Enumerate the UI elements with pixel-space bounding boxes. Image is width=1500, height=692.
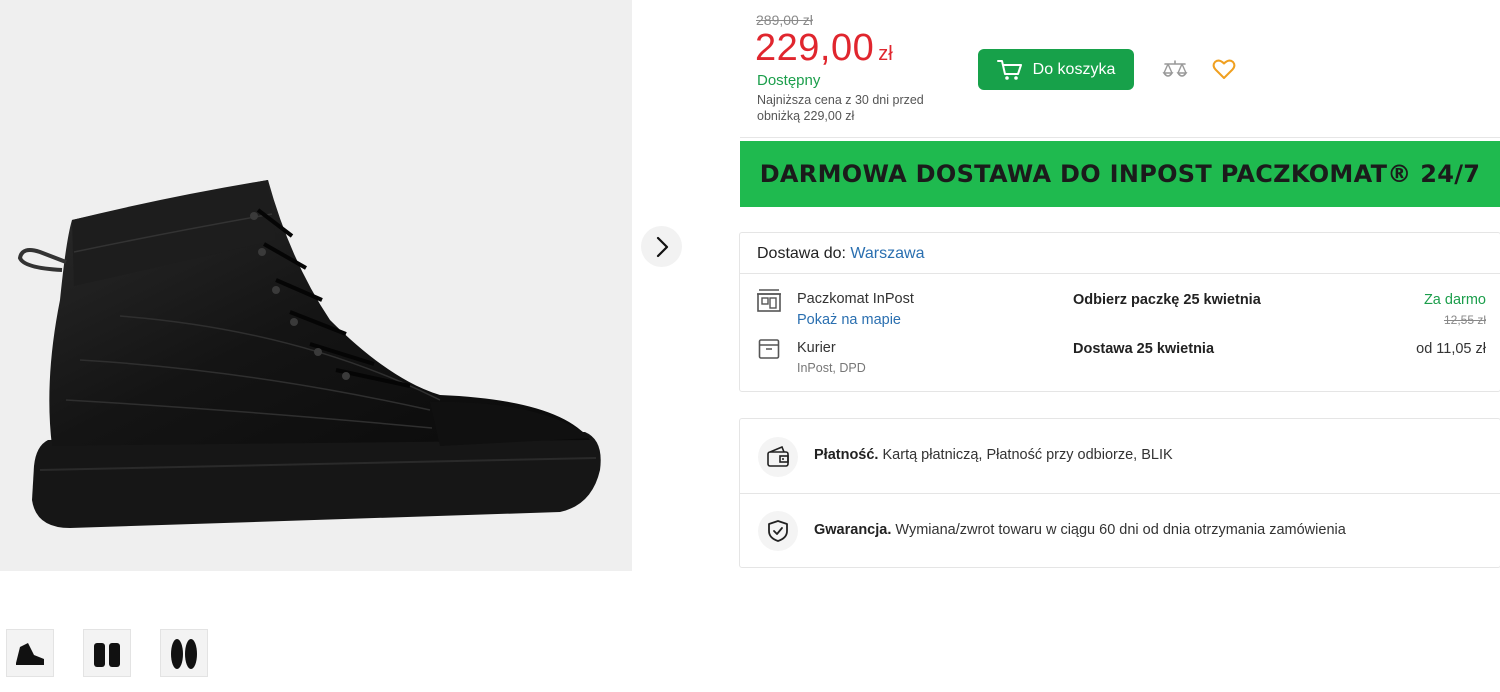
- chevron-right-icon: [656, 236, 668, 257]
- courier-price: od 11,05 zł: [1416, 341, 1486, 357]
- courier-title: Kurier: [797, 340, 836, 356]
- warranty-icon-wrap: [758, 511, 798, 551]
- warranty-info: Gwarancja. Wymiana/zwrot towaru w ciągu …: [814, 522, 1346, 538]
- courier-date: Dostawa 25 kwietnia: [1073, 341, 1215, 357]
- compare-button[interactable]: [1162, 58, 1188, 87]
- delivery-destination: Dostawa do: Warszawa: [757, 245, 924, 263]
- parcel-locker-date: Odbierz paczkę 25 kwietnia: [1073, 292, 1261, 308]
- thumbnail-2[interactable]: [83, 629, 131, 677]
- warranty-details: Wymiana/zwrot towaru w ciągu 60 dni od d…: [895, 522, 1346, 538]
- availability-status: Dostępny: [757, 72, 821, 89]
- parcel-locker-icon: [757, 289, 781, 312]
- price-currency: zł: [878, 43, 893, 65]
- boot-side-thumbnail-icon: [16, 643, 44, 665]
- delivery-label: Dostawa do:: [757, 245, 846, 262]
- thumbnail-1[interactable]: [6, 629, 54, 677]
- courier-box-icon: [758, 339, 780, 359]
- lowest-price-note: Najniższa cena z 30 dni przed obniżką 22…: [757, 93, 924, 123]
- boot-back-thumbnail-icon: [94, 643, 120, 667]
- payment-label: Płatność.: [814, 447, 879, 463]
- add-to-cart-label: Do koszyka: [1032, 60, 1116, 78]
- wallet-icon: [767, 446, 789, 467]
- current-price: 229,00 zł: [755, 27, 893, 70]
- heart-icon: [1212, 59, 1236, 79]
- thumbnail-3[interactable]: [160, 629, 208, 677]
- product-main-image[interactable]: [0, 0, 632, 571]
- next-image-button[interactable]: [641, 226, 682, 267]
- delivery-city-link[interactable]: Warszawa: [850, 245, 924, 262]
- delivery-box: Dostawa do: Warszawa Paczkomat InPost Po…: [739, 232, 1500, 392]
- section-divider: [740, 137, 1500, 138]
- show-on-map-link[interactable]: Pokaż na mapie: [797, 312, 901, 328]
- shield-check-icon: [768, 520, 788, 542]
- parcel-locker-old-price: 12,55 zł: [1443, 313, 1486, 327]
- info-box: Płatność. Kartą płatniczą, Płatność przy…: [739, 418, 1500, 568]
- free-delivery-banner[interactable]: DARMOWA DOSTAWA DO INPOST PACZKOMAT® 24/…: [740, 141, 1500, 207]
- divider: [740, 273, 1500, 274]
- parcel-locker-price: Za darmo: [1423, 292, 1486, 308]
- divider: [740, 493, 1500, 494]
- parcel-locker-title: Paczkomat InPost: [797, 291, 914, 307]
- payment-icon-wrap: [758, 437, 798, 477]
- payment-info: Płatność. Kartą płatniczą, Płatność przy…: [814, 447, 1173, 463]
- boot-top-thumbnail-icon: [171, 639, 197, 669]
- payment-methods: Kartą płatniczą, Płatność przy odbiorze,…: [882, 447, 1173, 463]
- price-amount: 229,00: [755, 27, 875, 69]
- old-price: 289,00 zł: [756, 12, 813, 28]
- warranty-label: Gwarancja.: [814, 522, 892, 538]
- courier-carriers: InPost, DPD: [797, 361, 866, 375]
- thumbnail-strip: [6, 629, 208, 677]
- boot-image: [17, 180, 601, 528]
- scales-compare-icon: [1162, 60, 1188, 77]
- add-to-wishlist-button[interactable]: [1212, 58, 1236, 85]
- add-to-cart-button[interactable]: Do koszyka: [978, 49, 1134, 90]
- cart-icon: [996, 59, 1022, 80]
